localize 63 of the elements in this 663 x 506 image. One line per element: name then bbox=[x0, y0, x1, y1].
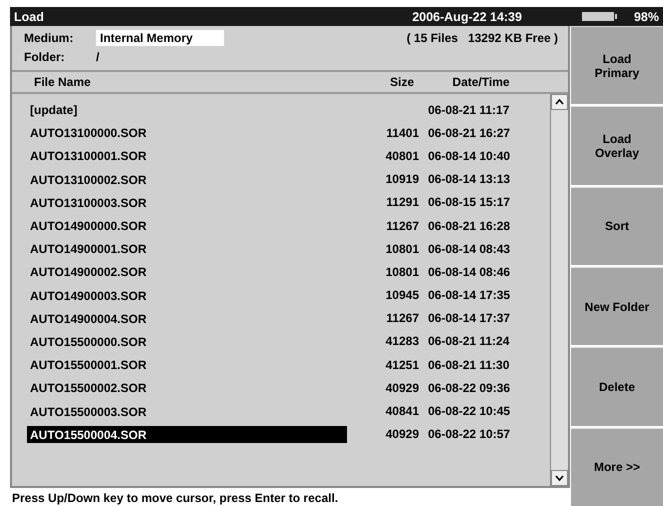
file-date: 06-08-21 11:30 bbox=[427, 358, 510, 372]
softkey-button[interactable]: Load Overlay bbox=[571, 106, 663, 185]
folder-path: / bbox=[96, 50, 100, 64]
file-size: 40929 bbox=[384, 427, 419, 442]
file-size: 11267 bbox=[385, 218, 419, 233]
file-name[interactable]: AUTO15500000.SOR bbox=[27, 332, 347, 350]
medium-field: Internal Memory bbox=[96, 30, 224, 46]
file-size: 40801 bbox=[384, 148, 419, 163]
file-size: 40929 bbox=[384, 380, 419, 395]
file-name[interactable]: AUTO15500002.SOR bbox=[27, 379, 347, 396]
window-title: Load bbox=[14, 10, 45, 24]
file-size: 10801 bbox=[384, 242, 419, 256]
file-date: 06-08-22 09:36 bbox=[427, 380, 512, 395]
file-size: 11267 bbox=[385, 311, 419, 326]
folder-label: Folder: bbox=[24, 50, 66, 64]
column-header: Size bbox=[388, 75, 414, 89]
file-size: 11401 bbox=[385, 126, 419, 140]
file-name[interactable]: AUTO13100000.SOR bbox=[27, 124, 347, 142]
file-name[interactable]: AUTO14900002.SOR bbox=[27, 263, 347, 280]
file-size: 10945 bbox=[384, 288, 419, 302]
file-name[interactable]: AUTO13100003.SOR bbox=[27, 194, 347, 211]
file-date: 06-08-21 16:27 bbox=[427, 126, 512, 140]
softkey-button[interactable]: Delete bbox=[571, 347, 663, 426]
file-date: 06-08-14 17:35 bbox=[427, 288, 512, 302]
softkey-button[interactable]: Load Primary bbox=[571, 26, 663, 104]
file-size: 41283 bbox=[384, 334, 419, 348]
file-date: 06-08-15 15:17 bbox=[427, 195, 512, 210]
scrollbar[interactable] bbox=[550, 94, 568, 486]
file-size: 10919 bbox=[384, 172, 419, 186]
file-name[interactable]: AUTO14900004.SOR bbox=[27, 310, 347, 327]
file-size: 41251 bbox=[384, 358, 419, 372]
file-name[interactable]: AUTO13100002.SOR bbox=[27, 170, 347, 188]
status-message: Press Up/Down key to move cursor, press Enter to recall. bbox=[10, 486, 570, 506]
file-date: 06-08-14 10:40 bbox=[427, 148, 512, 163]
softkey-button[interactable]: More >> bbox=[571, 428, 663, 506]
column-header: Date/Time bbox=[451, 75, 511, 89]
medium-label: Medium: bbox=[24, 31, 74, 45]
file-summary: ( 15 Files 13292 KB Free ) bbox=[406, 31, 559, 45]
file-name[interactable]: AUTO15500004.SOR bbox=[27, 426, 347, 443]
file-name[interactable]: AUTO13100001.SOR bbox=[27, 147, 347, 164]
file-date: 06-08-14 17:37 bbox=[427, 311, 512, 326]
battery-percent: 98% bbox=[634, 10, 659, 24]
file-name[interactable]: AUTO15500003.SOR bbox=[27, 402, 347, 420]
file-date: 06-08-21 16:28 bbox=[427, 218, 512, 233]
file-date: 06-08-14 08:46 bbox=[427, 264, 512, 279]
file-name[interactable]: AUTO14900001.SOR bbox=[27, 240, 347, 258]
file-date: 06-08-21 11:17 bbox=[427, 102, 510, 117]
file-name[interactable]: AUTO14900000.SOR bbox=[27, 217, 347, 234]
file-date: 06-08-22 10:57 bbox=[427, 427, 512, 442]
column-header: File Name bbox=[34, 75, 92, 89]
file-name[interactable]: [update] bbox=[27, 101, 347, 118]
file-date: 06-08-21 11:24 bbox=[427, 334, 510, 348]
file-size: 11291 bbox=[385, 195, 419, 210]
file-size: 40841 bbox=[384, 404, 419, 418]
file-name[interactable]: AUTO14900003.SOR bbox=[27, 286, 347, 304]
file-name[interactable]: AUTO15500001.SOR bbox=[27, 356, 347, 374]
file-size: 10801 bbox=[384, 264, 419, 279]
file-date: 06-08-14 08:43 bbox=[427, 242, 512, 256]
softkey-button[interactable]: Sort bbox=[571, 186, 663, 265]
file-date: 06-08-14 13:13 bbox=[427, 172, 512, 186]
file-date: 06-08-22 10:45 bbox=[427, 404, 512, 418]
date-time: 2006-Aug-22 14:39 bbox=[412, 10, 522, 24]
softkey-button[interactable]: New Folder bbox=[571, 266, 663, 346]
